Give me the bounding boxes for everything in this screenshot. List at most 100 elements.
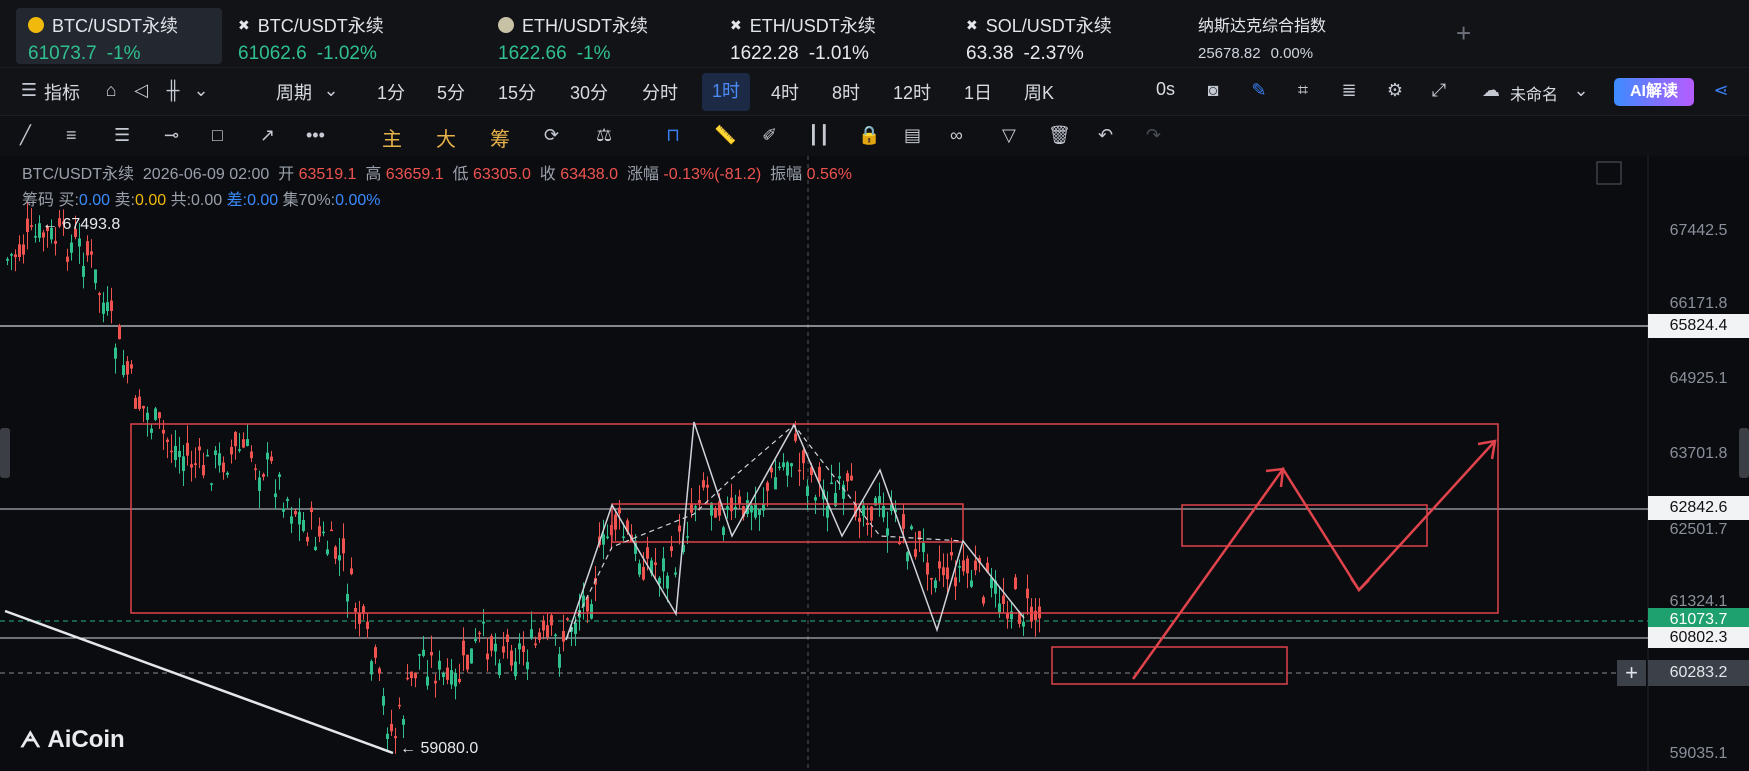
menu-icon[interactable]: ☰	[18, 80, 40, 102]
chip-button[interactable]: 筹	[490, 123, 510, 152]
list-icon[interactable]: ≣	[1338, 80, 1360, 102]
measure-icon[interactable]: ⚖	[596, 125, 612, 146]
main-force-button[interactable]: 主	[382, 123, 402, 152]
candle-body	[674, 572, 677, 575]
pen-icon[interactable]: ✎	[1248, 80, 1270, 102]
candle-body	[638, 563, 641, 575]
undo-icon[interactable]: ↶	[1098, 125, 1113, 146]
candle-body	[214, 450, 217, 456]
link-icon[interactable]: ∞	[950, 125, 963, 146]
horizontal-ray-icon[interactable]: ⊸	[164, 125, 179, 146]
fullscreen-icon[interactable]: ⤢	[1428, 80, 1450, 102]
candle-body	[138, 396, 141, 409]
indicator-button[interactable]: 指标	[44, 79, 80, 105]
low-value: 59080.0	[420, 740, 479, 757]
arrow-tool-icon[interactable]: ↗	[260, 125, 275, 146]
candle-body	[110, 300, 113, 311]
candle-body	[974, 560, 977, 571]
ticker-tab-btc[interactable]: ✖ BTC/USDT永续 61062.6 -1.02%	[226, 8, 426, 64]
rectangle-icon[interactable]: □	[212, 125, 223, 146]
candle-body	[146, 412, 149, 420]
candle-body	[358, 613, 361, 624]
interval-1h[interactable]: 1时	[702, 73, 751, 111]
ticker-tab-eth-2[interactable]: ✖ ETH/USDT永续 1622.28 -1.01%	[718, 8, 918, 64]
ai-interpret-button[interactable]: AI解读	[1614, 78, 1694, 106]
interval-timeline[interactable]: 分时	[642, 79, 678, 105]
big-order-button[interactable]: 大	[436, 123, 456, 152]
chevron-down-icon[interactable]: ⌄	[190, 80, 212, 102]
eraser-icon[interactable]: ✐	[762, 125, 777, 146]
filter-icon[interactable]: ▽	[1002, 125, 1016, 146]
candle-body	[798, 469, 801, 472]
parallel-lines-icon[interactable]: ≡	[66, 125, 77, 146]
comment-icon[interactable]: ⌗	[1292, 80, 1314, 102]
settings-icon[interactable]: ⚙	[1384, 80, 1406, 102]
candle-body	[802, 450, 805, 464]
redo-icon[interactable]: ↷	[1146, 125, 1161, 146]
candle-body	[998, 603, 1001, 614]
delete-icon[interactable]: 🗑	[1048, 125, 1071, 146]
open-label: 开	[278, 166, 295, 183]
ticker-tab-sol[interactable]: ✖ SOL/USDT永续 63.38 -2.37%	[954, 8, 1154, 64]
candle-body	[82, 266, 85, 277]
candle-body	[614, 514, 617, 530]
candle-body	[574, 622, 577, 635]
interval-15m[interactable]: 15分	[498, 79, 536, 105]
interval-8h[interactable]: 8时	[832, 79, 860, 105]
candle-body	[546, 625, 549, 638]
add-ticker-icon[interactable]: +	[1456, 18, 1471, 49]
candle-body	[458, 678, 461, 683]
candle-body	[698, 500, 701, 503]
ticker-name: BTC/USDT永续	[257, 16, 384, 36]
cloud-icon[interactable]: ☁	[1480, 80, 1502, 102]
interval-5m[interactable]: 5分	[437, 79, 465, 105]
add-order-button[interactable]: +	[1617, 660, 1646, 686]
magnet-icon[interactable]: ⊓	[666, 125, 680, 146]
trendline-icon[interactable]: ╱	[20, 125, 31, 146]
template-icon[interactable]: ⌂	[100, 80, 122, 102]
ticker-name: SOL/USDT永续	[985, 16, 1112, 36]
replay-icon[interactable]: ⟳	[544, 125, 559, 146]
lock-icon[interactable]: 🔒	[858, 125, 880, 146]
candle-body	[518, 643, 521, 650]
interval-1m[interactable]: 1分	[377, 79, 405, 105]
template-save-icon[interactable]: ▤	[904, 125, 921, 146]
ticker-change: 0.00%	[1270, 45, 1314, 62]
period-chevron-icon[interactable]: ⌄	[320, 80, 342, 102]
low-value: 63305.0	[473, 166, 531, 183]
candle-style-icon[interactable]: ╫	[162, 80, 184, 102]
interval-12h[interactable]: 12时	[893, 79, 931, 105]
exchange-icon: ✖	[730, 16, 742, 33]
interval-30m[interactable]: 30分	[570, 79, 608, 105]
diff-label: 差:	[226, 192, 248, 209]
left-panel-handle[interactable]	[0, 428, 10, 478]
layout-chevron-icon[interactable]: ⌄	[1570, 80, 1592, 102]
candle-body	[150, 428, 153, 433]
ruler-icon[interactable]: 📏	[714, 125, 736, 146]
period-button[interactable]: 周期	[276, 79, 312, 105]
interval-1d[interactable]: 1日	[964, 79, 992, 105]
candle-body	[78, 238, 81, 247]
horizontal-lines-icon[interactable]: ☰	[114, 125, 130, 146]
ticker-tab-nasdaq[interactable]: 纳斯达克综合指数 25678.82 0.00%	[1186, 8, 1376, 64]
candle-body	[342, 538, 345, 554]
price-chart[interactable]	[0, 156, 1749, 771]
more-tools-icon[interactable]: •••	[306, 125, 325, 146]
candle-body	[154, 408, 157, 420]
camera-icon[interactable]: ◙	[1202, 80, 1224, 102]
interval-4h[interactable]: 4时	[771, 79, 799, 105]
ticker-tab-btc-active[interactable]: BTC/USDT永续 61073.7 -1%	[16, 8, 222, 64]
layout-name-dropdown[interactable]: 未命名	[1510, 81, 1558, 105]
compare-icon[interactable]: ◁	[130, 80, 152, 102]
candle-body	[194, 463, 197, 465]
candles-icon[interactable]: ┃┃	[808, 125, 830, 146]
interval-week[interactable]: 周K	[1024, 79, 1054, 105]
ticker-tab-eth[interactable]: ETH/USDT永续 1622.66 -1%	[486, 8, 686, 64]
price-label-level2: 62842.6	[1648, 496, 1749, 520]
share-icon[interactable]: ⋖	[1710, 80, 1732, 102]
candle-body	[666, 575, 669, 589]
candle-body	[514, 661, 517, 677]
candle-body	[234, 432, 237, 447]
candle-body	[422, 649, 425, 656]
candle-body	[830, 482, 833, 485]
